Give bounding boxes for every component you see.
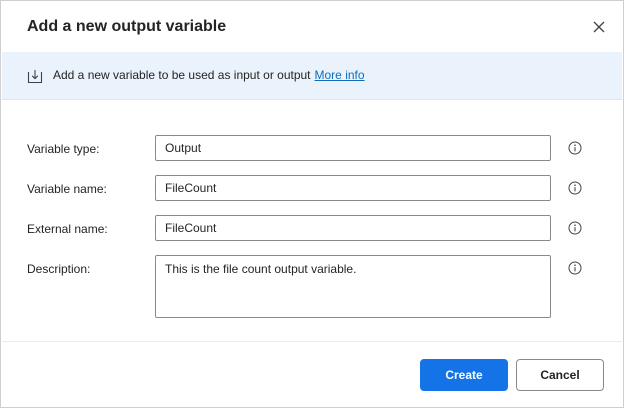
more-info-link[interactable]: More info: [315, 68, 365, 82]
external-name-field[interactable]: [155, 215, 551, 241]
variable-type-field[interactable]: [155, 135, 551, 161]
close-icon[interactable]: [593, 21, 605, 33]
info-bar-text-row: Add a new variable to be used as input o…: [53, 68, 365, 82]
variable-name-field[interactable]: [155, 175, 551, 201]
variable-name-label: Variable name:: [27, 182, 107, 196]
info-bar-text: Add a new variable to be used as input o…: [53, 68, 311, 82]
dialog-title: Add a new output variable: [27, 18, 227, 35]
info-icon[interactable]: [568, 261, 582, 275]
variable-type-label: Variable type:: [27, 142, 100, 156]
download-arrow-icon: [27, 70, 43, 84]
info-icon[interactable]: [568, 141, 582, 155]
create-button[interactable]: Create: [420, 359, 508, 391]
cancel-button[interactable]: Cancel: [516, 359, 604, 391]
info-icon[interactable]: [568, 181, 582, 195]
description-label: Description:: [27, 262, 91, 276]
description-field[interactable]: This is the file count output variable.: [155, 255, 551, 318]
close-button[interactable]: [587, 15, 611, 39]
info-bar: Add a new variable to be used as input o…: [2, 52, 622, 100]
footer-divider: [2, 341, 622, 342]
info-icon[interactable]: [568, 221, 582, 235]
external-name-label: External name:: [27, 222, 108, 236]
add-output-variable-dialog: Add a new output variable Add a new vari…: [0, 0, 624, 408]
